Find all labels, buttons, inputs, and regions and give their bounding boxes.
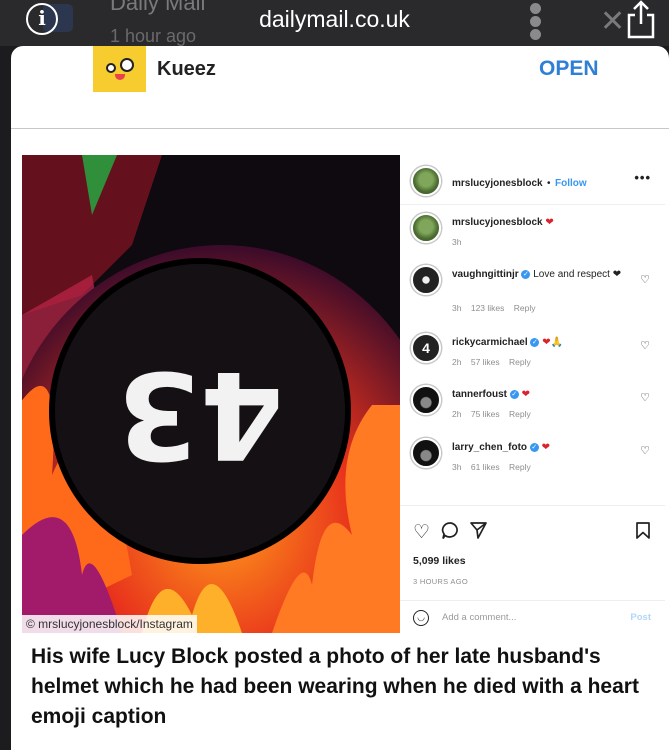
post-header: mrslucyjonesblock • Follow ••• [400, 155, 665, 205]
like-comment-icon[interactable]: ♡ [640, 391, 650, 404]
verified-badge-icon: ✓ [530, 337, 540, 347]
comment-username[interactable]: vaughngittinjr [452, 269, 519, 280]
verified-badge-icon: ✓ [529, 442, 539, 452]
ad-banner[interactable]: Kueez OPEN [11, 46, 669, 92]
comment-username[interactable]: larry_chen_foto [452, 442, 527, 453]
comment-username[interactable]: tannerfoust [452, 389, 507, 400]
comment-likes[interactable]: 61 likes [471, 462, 500, 472]
avatar[interactable] [411, 265, 441, 295]
comment-icon[interactable] [441, 521, 460, 546]
avatar[interactable]: 4 [411, 333, 441, 363]
verified-badge-icon: ✓ [521, 269, 531, 279]
comment-username[interactable]: mrslucyjonesblock [452, 217, 543, 228]
open-button[interactable]: OPEN [539, 57, 599, 81]
header-username[interactable]: mrslucyjonesblock [452, 178, 543, 189]
comment-meta: 3h 123 likes Reply [452, 303, 543, 313]
instagram-embed: 43 © mrslucyjonesblock/Instagram mrslucy… [22, 155, 665, 633]
comment-username[interactable]: rickycarmichael [452, 337, 528, 348]
more-icon[interactable]: ••• [634, 170, 651, 185]
comment-text: ❤ [541, 442, 550, 453]
reply-link[interactable]: Reply [514, 303, 536, 313]
post-timestamp: 3 HOURS AGO [413, 577, 468, 586]
comment-text: ❤ [545, 217, 554, 228]
like-icon[interactable]: ♡ [413, 521, 430, 544]
comment-time: 2h [452, 357, 462, 367]
helmet-photo[interactable]: 43 © mrslucyjonesblock/Instagram [22, 155, 400, 633]
like-count[interactable]: 5,099 likes [413, 555, 466, 567]
comment-likes[interactable]: 123 likes [471, 303, 505, 313]
helmet-number: 43 [117, 344, 284, 483]
comment-time: 2h [452, 409, 462, 419]
instagram-panel: mrslucyjonesblock • Follow ••• mrslucyjo… [400, 155, 665, 633]
avatar[interactable] [411, 438, 441, 468]
reply-link[interactable]: Reply [509, 462, 531, 472]
post-actions: ♡ 5,099 likes 3 HOURS AGO ◡ Add a commen… [400, 505, 665, 633]
comment-time: 3h [452, 237, 462, 247]
comment-likes[interactable]: 75 likes [471, 409, 500, 419]
close-icon[interactable]: ✕ [600, 4, 625, 39]
avatar[interactable] [411, 166, 441, 196]
verified-badge-icon: ✓ [509, 389, 519, 399]
comment-meta: 3h [452, 237, 468, 247]
image-caption: His wife Lucy Block posted a photo of he… [31, 645, 639, 728]
comment-meta: 2h 57 likes Reply [452, 357, 538, 367]
like-comment-icon[interactable]: ♡ [640, 444, 650, 457]
avatar[interactable] [411, 385, 441, 415]
avatar[interactable] [411, 213, 441, 243]
divider [11, 128, 669, 129]
photo-credit: © mrslucyjonesblock/Instagram [22, 615, 197, 633]
comment-meta: 2h 75 likes Reply [452, 409, 538, 419]
ad-brand-name: Kueez [157, 58, 216, 80]
header-separator: • [547, 178, 551, 189]
share-icon[interactable] [624, 0, 658, 45]
share-post-icon[interactable] [469, 521, 488, 546]
more-options-icon[interactable] [530, 3, 542, 42]
bookmark-icon[interactable] [635, 521, 651, 546]
comment-meta: 3h 61 likes Reply [452, 462, 538, 472]
reply-link[interactable]: Reply [509, 409, 531, 419]
reply-link[interactable]: Reply [509, 357, 531, 367]
like-comment-icon[interactable]: ♡ [640, 339, 650, 352]
comment-text: ❤🙏 [542, 337, 564, 348]
domain-label: dailymail.co.uk [259, 6, 410, 32]
like-comment-icon[interactable]: ♡ [640, 273, 650, 286]
article-card: Kueez OPEN 43 © mrslucyjonesblock/Instag… [11, 46, 669, 750]
add-comment-row: ◡ Add a comment... Post [400, 600, 665, 634]
post-button[interactable]: Post [630, 612, 651, 623]
follow-button[interactable]: Follow [555, 178, 587, 189]
comment-time: 3h [452, 303, 462, 313]
browser-top-bar: i Daily Mail 1 hour ago dailymail.co.uk … [0, 0, 669, 46]
kueez-logo [93, 46, 146, 92]
emoji-icon[interactable]: ◡ [413, 610, 429, 626]
comment-text: ❤ [521, 389, 530, 400]
comment-time: 3h [452, 462, 462, 472]
add-comment-input[interactable]: Add a comment... [442, 612, 516, 623]
comment-text: Love and respect ❤ [533, 269, 622, 280]
comment-likes[interactable]: 57 likes [471, 357, 500, 367]
